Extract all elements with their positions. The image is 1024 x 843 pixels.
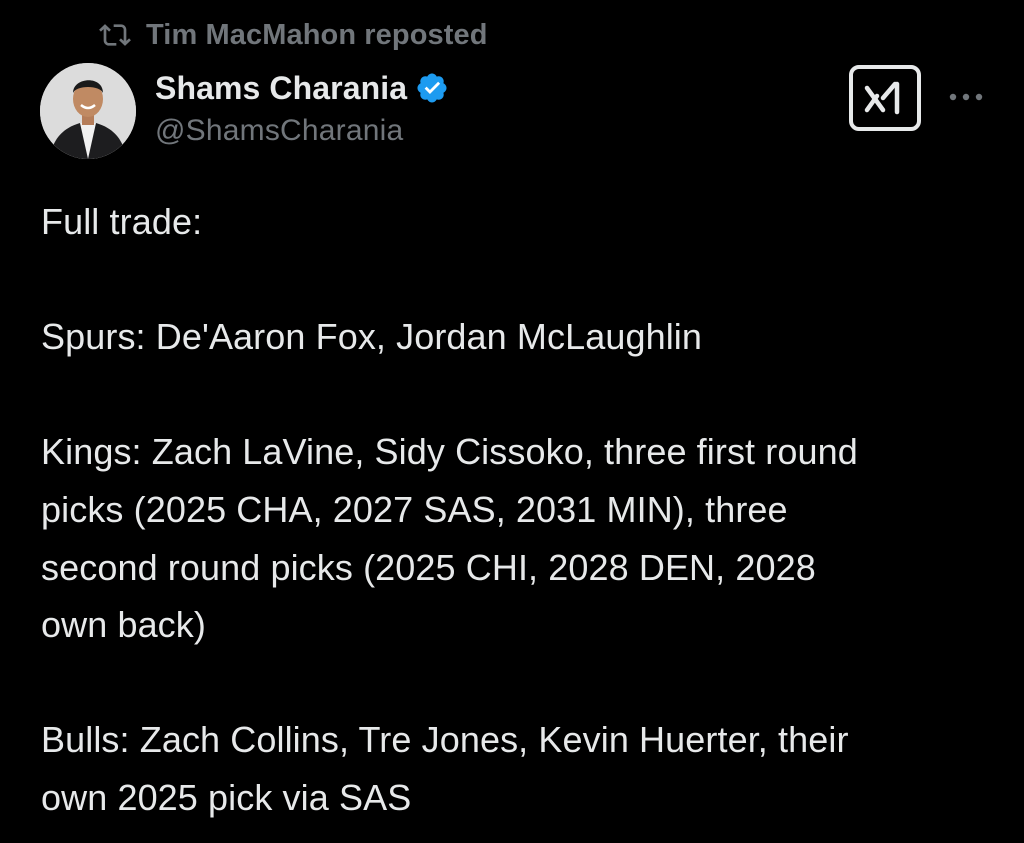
verified-badge-icon[interactable] [415, 69, 453, 107]
tweet-line-bulls-2: own 2025 pick via SAS [41, 776, 412, 818]
repost-header[interactable]: Tim MacMahon reposted [96, 16, 488, 54]
repost-icon [96, 16, 134, 54]
tweet-line-kings-4: own back) [41, 604, 206, 646]
author-block[interactable]: Shams Charania @ShamsCharania [155, 66, 453, 148]
author-name[interactable]: Shams Charania [155, 70, 407, 107]
tweet-line-spurs: Spurs: De'Aaron Fox, Jordan McLaughlin [41, 316, 703, 358]
more-options-icon [948, 88, 984, 106]
more-options-button[interactable] [942, 82, 990, 112]
repost-label[interactable]: Tim MacMahon reposted [146, 19, 488, 52]
x-ai-grok-button[interactable] [849, 65, 921, 131]
tweet-line-kings-3: second round picks (2025 CHI, 2028 DEN, … [41, 546, 816, 588]
x-ai-grok-icon [863, 76, 907, 121]
author-handle[interactable]: @ShamsCharania [155, 114, 453, 148]
tweet-line-full-trade: Full trade: [41, 201, 203, 242]
tweet-line-kings-2: picks (2025 CHA, 2027 SAS, 2031 MIN), th… [41, 488, 788, 530]
tweet-line-kings-1: Kings: Zach LaVine, Sidy Cissoko, three … [41, 431, 858, 473]
tweet-text[interactable]: Full trade: Spurs: De'Aaron Fox, Jordan … [41, 193, 981, 827]
avatar[interactable] [40, 63, 136, 159]
author-name-row: Shams Charania [155, 66, 453, 110]
tweet-line-bulls-1: Bulls: Zach Collins, Tre Jones, Kevin Hu… [41, 719, 849, 761]
